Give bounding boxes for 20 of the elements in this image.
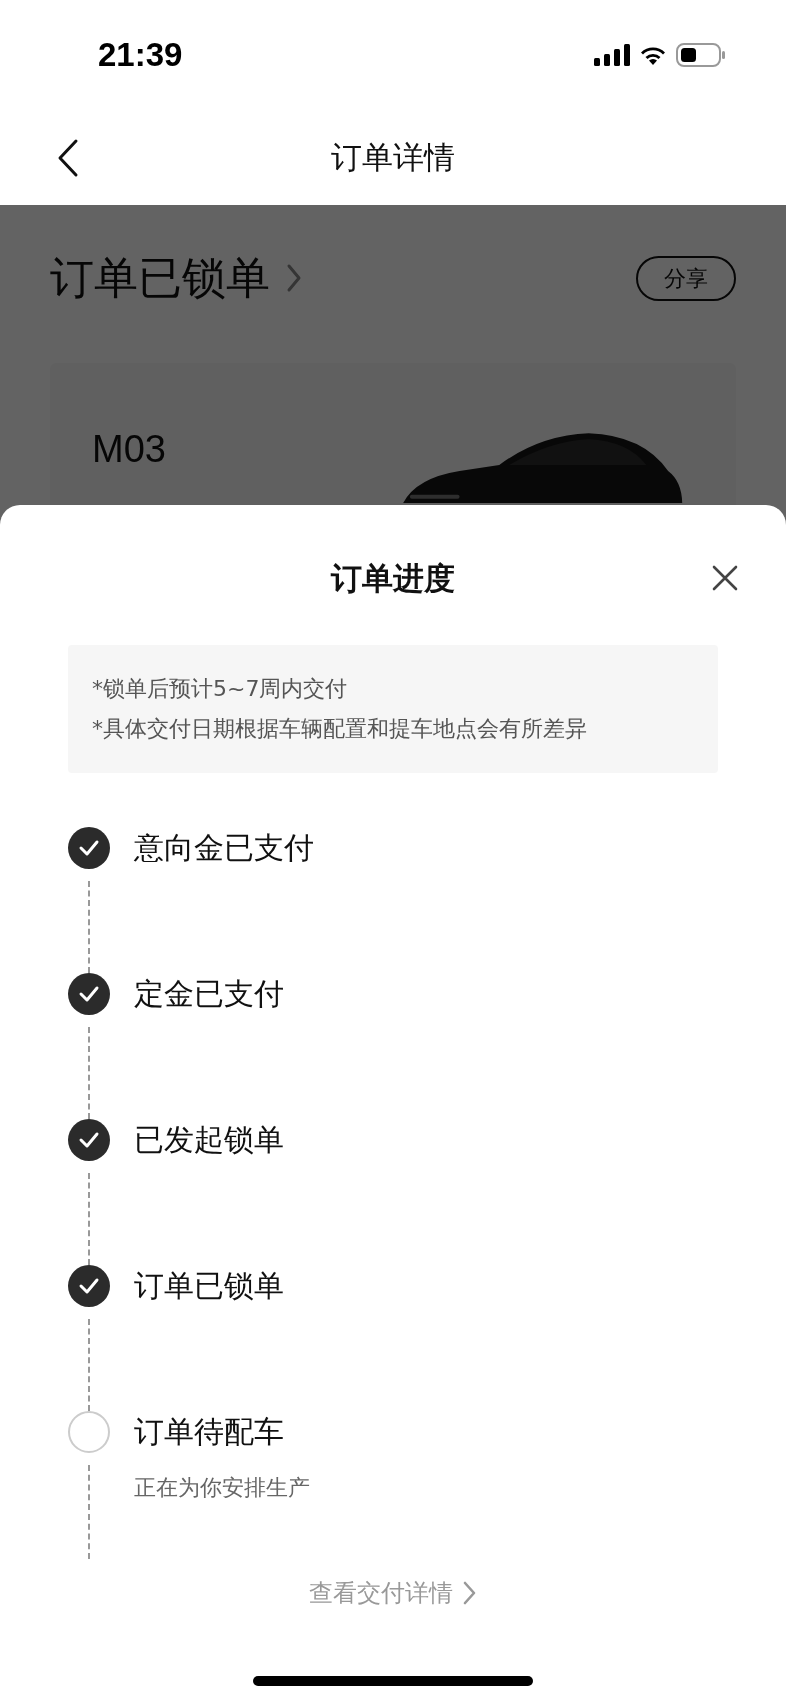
step-label: 定金已支付 — [134, 974, 284, 1013]
car-model: M03 — [92, 427, 166, 472]
share-button[interactable]: 分享 — [636, 255, 736, 301]
step-label: 订单已锁单 — [134, 1266, 284, 1305]
signal-icon — [594, 44, 630, 66]
sheet-title: 订单进度 — [329, 559, 456, 598]
battery-icon — [676, 43, 726, 67]
page-title: 订单详情 — [331, 138, 455, 178]
step-label: 订单待配车 — [134, 1412, 285, 1451]
step-description: 正在为你安排生产 — [134, 1473, 310, 1502]
notice-text: *具体交付日期根据车辆配置和提车地点会有所差异 — [92, 714, 588, 743]
close-icon[interactable] — [712, 565, 738, 591]
chevron-right-icon — [463, 1580, 477, 1605]
step-label: 意向金已支付 — [134, 828, 314, 867]
back-icon[interactable] — [56, 138, 80, 178]
order-status-title: 订单已锁单 — [50, 251, 270, 305]
notice-text: *锁单后预计5~7周内交付 — [92, 674, 349, 703]
delivery-details-link[interactable]: 查看交付详情 — [309, 1574, 477, 1611]
status-time: 21:39 — [98, 35, 183, 76]
step-label: 已发起锁单 — [134, 1120, 284, 1159]
